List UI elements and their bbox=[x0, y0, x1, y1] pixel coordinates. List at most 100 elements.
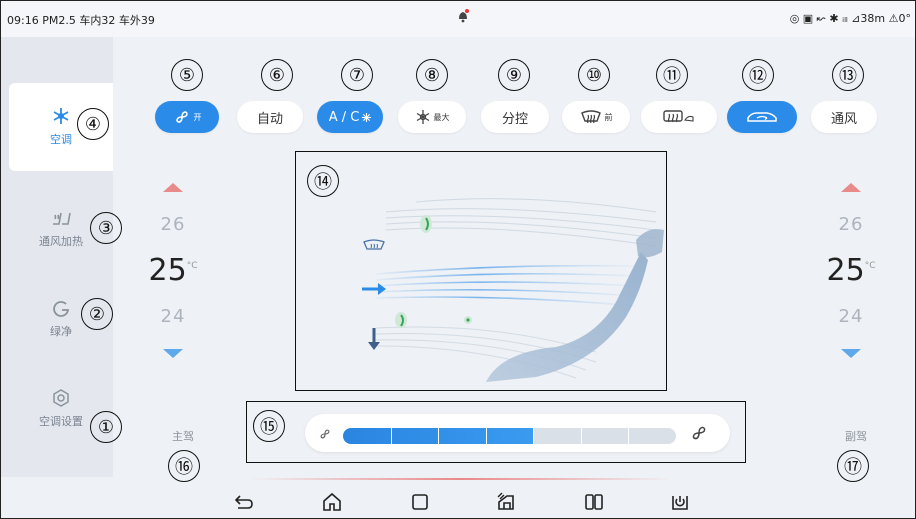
windshield-defrost-icon bbox=[363, 239, 385, 250]
sidebar-item-label: 绿净 bbox=[50, 325, 72, 338]
passenger-temp-up-value[interactable]: 26 bbox=[821, 214, 881, 235]
front-defrost-icon bbox=[580, 110, 601, 124]
recirculation-car-icon bbox=[747, 112, 777, 122]
driver-temp-column: 26 25°C 24 bbox=[143, 183, 203, 358]
car-settings-icon[interactable] bbox=[495, 491, 517, 513]
split-screen-icon[interactable] bbox=[583, 491, 605, 513]
snowflake-icon bbox=[53, 108, 69, 124]
rear-defrost-button[interactable] bbox=[641, 101, 717, 133]
status-icons: ◎ ▣ ↜ ✱ ᵢₗₗ ⊿38m ⚠0° bbox=[789, 12, 911, 25]
sidebar-item-label: 通风加热 bbox=[39, 235, 83, 248]
callout-13: ⑬ bbox=[832, 59, 864, 91]
callout-4: ④ bbox=[77, 108, 109, 140]
auto-button[interactable]: 自动 bbox=[237, 101, 303, 133]
fan-toggle-sub: 开 bbox=[193, 112, 202, 122]
max-cool-snowflake-icon bbox=[416, 110, 429, 124]
driver-temp-down-value[interactable]: 24 bbox=[143, 306, 203, 327]
callout-7: ⑦ bbox=[341, 59, 373, 91]
callout-12: ⑫ bbox=[742, 59, 774, 91]
inside-temp: 车内32 bbox=[79, 14, 116, 27]
callout-11: ⑪ bbox=[656, 59, 688, 91]
callout-14: ⑭ bbox=[307, 165, 339, 197]
back-icon[interactable] bbox=[233, 491, 255, 513]
driver-temp-unit: °C bbox=[186, 261, 198, 271]
sidebar: 空调 通风加热 绿净 空调设置 bbox=[1, 37, 113, 477]
callout-5: ⑤ bbox=[171, 59, 203, 91]
callout-8: ⑧ bbox=[416, 59, 448, 91]
passenger-temp-down-arrow[interactable] bbox=[841, 349, 861, 358]
sidebar-item-label: 空调 bbox=[50, 133, 72, 146]
airflow-graphic bbox=[362, 198, 664, 382]
status-right: ◎ ▣ ↜ ✱ ᵢₗₗ ⊿38m ⚠0° bbox=[790, 12, 911, 25]
front-defrost-sub: 前 bbox=[604, 112, 613, 122]
passenger-temp-column: 26 25°C 24 bbox=[821, 183, 881, 358]
rear-defrost-icon bbox=[663, 110, 694, 123]
fan-speed-segment-divider bbox=[628, 428, 630, 444]
fan-speed-region bbox=[246, 401, 746, 463]
driver-temp-up-arrow[interactable] bbox=[163, 183, 183, 192]
home-icon[interactable] bbox=[321, 491, 343, 513]
airflow-illustration bbox=[295, 151, 667, 391]
sidebar-item-label: 空调设置 bbox=[39, 415, 83, 428]
driver-label: 主驾 bbox=[172, 430, 194, 443]
small-snowflake-icon bbox=[362, 112, 372, 122]
auto-label: 自动 bbox=[256, 111, 283, 127]
callout-10: ⑩ bbox=[578, 59, 610, 91]
driver-temp-up-value[interactable]: 26 bbox=[143, 214, 203, 235]
seat-heat-icon bbox=[53, 212, 71, 225]
passenger-temp-down-value[interactable]: 24 bbox=[821, 306, 881, 327]
leaf-icon-1 bbox=[420, 215, 432, 233]
leaf-icon-2 bbox=[395, 312, 407, 328]
max-cool-label: 最大 bbox=[433, 112, 450, 122]
fan-speed-segment-divider bbox=[390, 428, 392, 444]
foot-vent-arrow-icon bbox=[368, 328, 380, 350]
callout-6: ⑥ bbox=[261, 59, 293, 91]
fan-speed-segment-divider bbox=[533, 428, 535, 444]
vent-label: 通风 bbox=[830, 111, 857, 127]
outside-temp: 车外39 bbox=[118, 14, 155, 27]
fan-speed-segment-divider bbox=[438, 428, 440, 444]
driver-temp-down-arrow[interactable] bbox=[163, 349, 183, 358]
fan-icon bbox=[175, 111, 188, 123]
fan-speed-segment-divider bbox=[485, 428, 487, 444]
power-icon[interactable] bbox=[669, 491, 691, 513]
callout-1: ① bbox=[90, 411, 122, 443]
ac-button[interactable]: A / C bbox=[317, 101, 383, 133]
ac-label: A / C bbox=[328, 109, 360, 125]
callout-2: ② bbox=[81, 298, 113, 330]
recirculation-button[interactable] bbox=[727, 101, 797, 133]
callout-9: ⑨ bbox=[498, 59, 530, 91]
passenger-temp-up-arrow[interactable] bbox=[841, 183, 861, 192]
fan-high-icon[interactable] bbox=[689, 423, 709, 443]
status-bar: 09:16 PM2.5 车内32 车外39 ◎ ▣ ↜ ✱ ᵢₗₗ ⊿38m ⚠… bbox=[1, 1, 915, 37]
fan-speed-control bbox=[305, 414, 730, 452]
passenger-label: 副驾 bbox=[845, 430, 867, 443]
clock: 09:16 bbox=[7, 14, 39, 27]
screen: 09:16 PM2.5 车内32 车外39 ◎ ▣ ↜ ✱ ᵢₗₗ ⊿38m ⚠… bbox=[0, 0, 916, 519]
callout-15: ⑮ bbox=[253, 410, 285, 442]
notification-bell-icon[interactable] bbox=[457, 9, 469, 23]
max-cool-button[interactable]: 最大 bbox=[398, 101, 466, 133]
dual-zone-button[interactable]: 分控 bbox=[481, 101, 549, 133]
driver-temp-current-value: 25 bbox=[148, 253, 187, 288]
passenger-temp-unit: °C bbox=[864, 261, 876, 271]
settings-hex-icon bbox=[53, 389, 69, 407]
callout-17: ⑰ bbox=[837, 450, 869, 482]
status-left: 09:16 PM2.5 车内32 车外39 bbox=[7, 12, 155, 28]
driver-temp-current: 25°C bbox=[143, 253, 203, 288]
leaf-icon-3 bbox=[464, 316, 472, 324]
fan-speed-slider[interactable] bbox=[343, 428, 676, 444]
passenger-temp-current-value: 25 bbox=[826, 253, 865, 288]
front-defrost-button[interactable]: 前 bbox=[562, 101, 630, 133]
fan-toggle-button[interactable]: 开 bbox=[155, 101, 219, 133]
recent-apps-icon[interactable] bbox=[409, 491, 431, 513]
vent-button[interactable]: 通风 bbox=[811, 101, 877, 133]
passenger-temp-current: 25°C bbox=[821, 253, 881, 288]
callout-16: ⑯ bbox=[168, 450, 200, 482]
navigation-bar bbox=[1, 485, 915, 518]
fan-low-icon[interactable] bbox=[318, 427, 332, 441]
green-clean-icon bbox=[53, 301, 70, 317]
dual-zone-label: 分控 bbox=[501, 111, 528, 127]
pm25-label: PM2.5 bbox=[42, 14, 76, 27]
callout-3: ③ bbox=[90, 212, 122, 244]
